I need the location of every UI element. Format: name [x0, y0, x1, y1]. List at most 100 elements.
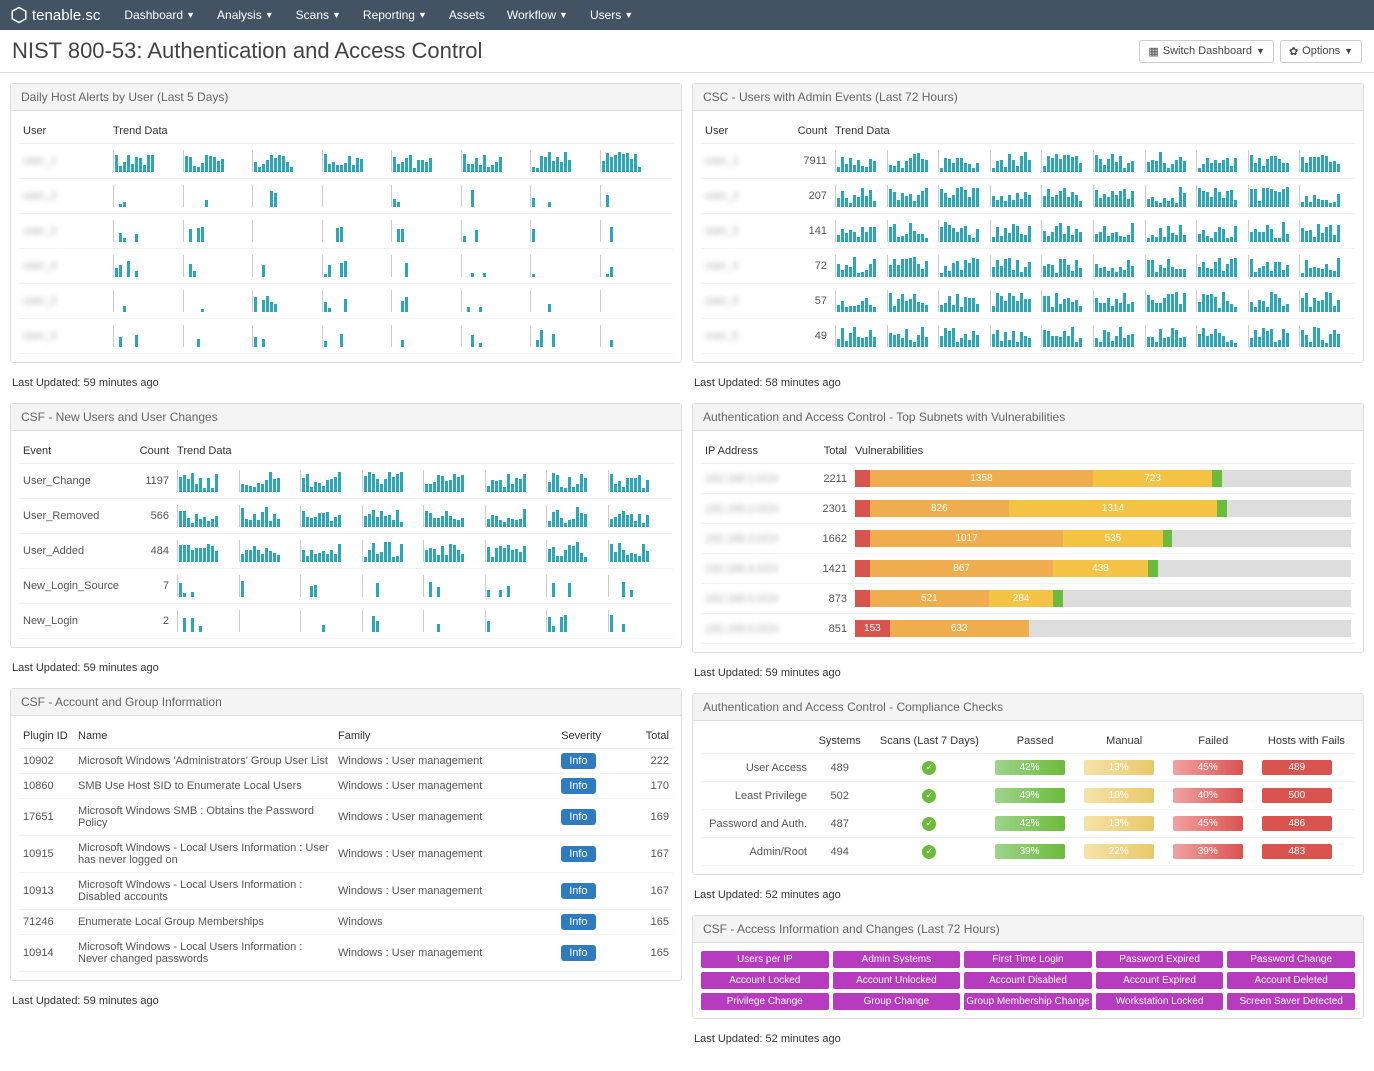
switch-dashboard-button[interactable]: ▦Switch Dashboard▼ — [1139, 40, 1274, 63]
vuln-total: 1662 — [801, 524, 851, 554]
table-row[interactable]: Admin/Root494✓39%22%39%483 — [701, 838, 1355, 866]
hosts-fails: 483 — [1262, 844, 1332, 859]
table-row[interactable]: 192.168.3.0/2416621017535 — [701, 524, 1355, 554]
nav-dashboard[interactable]: Dashboard ▼ — [124, 8, 195, 22]
table-row[interactable]: user_5 57 — [701, 284, 1355, 319]
pill-first-time-login[interactable]: First Time Login — [964, 951, 1092, 968]
table-row[interactable]: 192.168.5.0/24873521284 — [701, 584, 1355, 614]
table-row[interactable]: user_4 — [19, 249, 673, 284]
plugin-family: Windows : User management — [334, 873, 557, 910]
vuln-total: 873 — [801, 584, 851, 614]
table-row[interactable]: Password and Auth.487✓42%13%45%486 — [701, 810, 1355, 838]
nav-scans[interactable]: Scans ▼ — [296, 8, 341, 22]
table-row[interactable]: Least Privilege502✓49%10%40%500 — [701, 782, 1355, 810]
passed-pct: 39% — [995, 844, 1065, 859]
table-row[interactable]: user_3141 — [701, 214, 1355, 249]
pill-group-change[interactable]: Group Change — [833, 993, 961, 1010]
pill-account-locked[interactable]: Account Locked — [701, 972, 829, 989]
compliance-name: Admin/Root — [701, 838, 811, 866]
pill-account-deleted[interactable]: Account Deleted — [1227, 972, 1355, 989]
pill-workstation-locked[interactable]: Workstation Locked — [1096, 993, 1224, 1010]
pill-admin-systems[interactable]: Admin Systems — [833, 951, 961, 968]
event-name: User_Removed — [19, 499, 123, 534]
host-alerts-table: UserTrend Data user_1user_2user_3user_4u… — [19, 119, 673, 354]
user-redacted: user_3 — [23, 225, 57, 237]
table-row[interactable]: 10902Microsoft Windows 'Administrators' … — [19, 749, 673, 774]
table-row[interactable]: user_2207 — [701, 179, 1355, 214]
manual-pct: 22% — [1084, 844, 1154, 859]
user-redacted: user_5 — [705, 295, 739, 307]
event-count: 1197 — [123, 464, 173, 499]
manual-pct: 10% — [1084, 788, 1154, 803]
panel-host-alerts: Daily Host Alerts by User (Last 5 Days) … — [10, 83, 682, 363]
pill-account-disabled[interactable]: Account Disabled — [964, 972, 1092, 989]
nav-users[interactable]: Users ▼ — [590, 8, 633, 22]
event-count: 57 — [781, 284, 831, 319]
table-row[interactable]: user_472 — [701, 249, 1355, 284]
caret-icon: ▼ — [624, 10, 633, 20]
pill-account-expired[interactable]: Account Expired — [1096, 972, 1224, 989]
pill-privilege-change[interactable]: Privilege Change — [701, 993, 829, 1010]
panel-new-users: CSF - New Users and User Changes EventCo… — [10, 403, 682, 648]
table-row[interactable]: User_Removed566 — [19, 499, 673, 534]
table-row[interactable]: user_17911 — [701, 144, 1355, 179]
plugin-total: 170 — [627, 774, 673, 799]
nav-assets[interactable]: Assets — [449, 8, 485, 22]
table-row[interactable]: 192.168.4.0/241421867438 — [701, 554, 1355, 584]
table-row[interactable]: 192.168.1.0/2422111358723 — [701, 464, 1355, 494]
caret-icon: ▼ — [1256, 46, 1265, 56]
plugin-family: Windows : User management — [334, 836, 557, 873]
options-button[interactable]: ✿Options▼ — [1280, 40, 1362, 63]
pill-password-expired[interactable]: Password Expired — [1096, 951, 1224, 968]
event-count: 49 — [781, 319, 831, 354]
plugin-id: 10902 — [19, 749, 74, 774]
gear-icon: ✿ — [1289, 45, 1298, 58]
table-row[interactable]: 10914Microsoft Windows - Local Users Inf… — [19, 935, 673, 972]
table-row[interactable]: user_1 — [19, 144, 673, 179]
table-row[interactable]: User Access489✓42%13%45%489 — [701, 754, 1355, 782]
severity-badge: Info — [561, 753, 595, 769]
severity-badge: Info — [561, 914, 595, 930]
pill-group-membership-change[interactable]: Group Membership Change — [964, 993, 1092, 1010]
pill-users-per-ip[interactable]: Users per IP — [701, 951, 829, 968]
compliance-name: User Access — [701, 754, 811, 782]
table-row[interactable]: user_649 — [701, 319, 1355, 354]
table-row[interactable]: user_5 — [19, 284, 673, 319]
table-row[interactable]: 17651Microsoft Windows SMB : Obtains the… — [19, 799, 673, 836]
vuln-bar: 153633 — [855, 620, 1351, 637]
passed-pct: 49% — [995, 788, 1065, 803]
table-row[interactable]: User_Change1197 — [19, 464, 673, 499]
table-row[interactable]: 192.168.6.0/24851153633 — [701, 614, 1355, 644]
user-redacted: user_5 — [23, 295, 57, 307]
table-row[interactable]: 71246Enumerate Local Group MembershipsWi… — [19, 910, 673, 935]
nav-workflow[interactable]: Workflow ▼ — [507, 8, 568, 22]
table-row[interactable]: 10860SMB Use Host SID to Enumerate Local… — [19, 774, 673, 799]
pill-password-change[interactable]: Password Change — [1227, 951, 1355, 968]
table-row[interactable]: 10913Microsoft Windows - Local Users Inf… — [19, 873, 673, 910]
table-row[interactable]: user_2 — [19, 179, 673, 214]
plugin-family: Windows : User management — [334, 935, 557, 972]
plugin-name: SMB Use Host SID to Enumerate Local User… — [74, 774, 334, 799]
table-row[interactable]: user_6 — [19, 319, 673, 354]
pill-account-unlocked[interactable]: Account Unlocked — [833, 972, 961, 989]
table-row[interactable]: user_3 — [19, 214, 673, 249]
table-row[interactable]: 10915Microsoft Windows - Local Users Inf… — [19, 836, 673, 873]
plugin-family: Windows : User management — [334, 799, 557, 836]
table-row[interactable]: New_Login2 — [19, 604, 673, 639]
hosts-fails: 489 — [1262, 760, 1332, 775]
table-row[interactable]: User_Added484 — [19, 534, 673, 569]
panel-access-info: CSF - Access Information and Changes (La… — [692, 915, 1364, 1019]
nav-analysis[interactable]: Analysis ▼ — [217, 8, 274, 22]
titlebar: NIST 800-53: Authentication and Access C… — [0, 30, 1374, 73]
pill-screen-saver-detected[interactable]: Screen Saver Detected — [1227, 993, 1355, 1010]
nav-reporting[interactable]: Reporting ▼ — [363, 8, 427, 22]
admin-events-table: UserCountTrend Data user_17911user_2207u… — [701, 119, 1355, 354]
failed-pct: 40% — [1173, 788, 1243, 803]
new-users-table: EventCountTrend Data User_Change1197User… — [19, 439, 673, 639]
plugin-name: Microsoft Windows 'Administrators' Group… — [74, 749, 334, 774]
navbar: tenable.sc Dashboard ▼Analysis ▼Scans ▼R… — [0, 0, 1374, 30]
passed-pct: 42% — [995, 760, 1065, 775]
table-row[interactable]: 192.168.2.0/2423018261314 — [701, 494, 1355, 524]
plugin-id: 17651 — [19, 799, 74, 836]
table-row[interactable]: New_Login_Source7 — [19, 569, 673, 604]
